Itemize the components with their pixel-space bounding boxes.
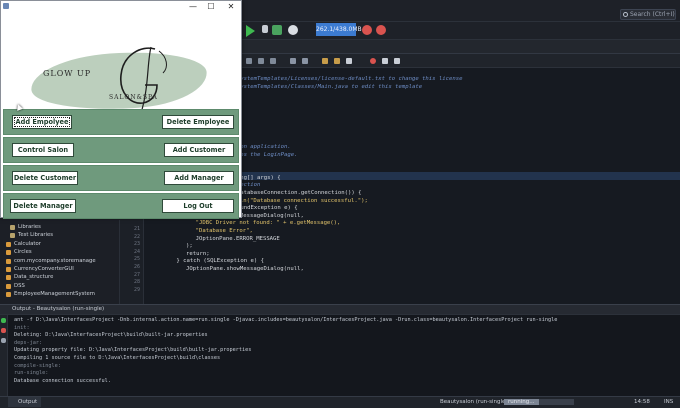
editor-tabs [240, 40, 680, 54]
log-out-button[interactable]: Log Out [162, 199, 234, 213]
delete-customer-button[interactable]: Delete Customer [12, 171, 78, 185]
code-line: JOptionPane.ERROR_MESSAGE [195, 235, 280, 242]
record-macro-icon[interactable] [346, 58, 352, 64]
maximize-button[interactable]: ☐ [203, 1, 219, 13]
ide-toolbar [240, 22, 680, 40]
code-line: return; [186, 250, 210, 257]
snapshot-icon[interactable] [376, 25, 386, 35]
output-line: deps-jar: [14, 339, 43, 346]
add-manager-button[interactable]: Add Manager [164, 171, 234, 185]
library-icon [10, 225, 15, 230]
code-line: } catch (SQLException e) { [176, 258, 264, 265]
logo-title: GLOW UP [43, 69, 92, 78]
bookmark-icon[interactable] [302, 58, 308, 64]
output-line: compile-single: [14, 362, 61, 369]
stop-macro-icon[interactable] [370, 58, 376, 64]
project-icon [6, 275, 11, 281]
button-row-3: Delete Customer Add Manager [3, 165, 239, 191]
ide-menu-bar [240, 0, 680, 22]
action-button-panel: Add Empolyee Delete Employee Control Sal… [3, 109, 239, 219]
find-icon[interactable] [290, 58, 296, 64]
desktop-screen: Search (Ctrl+I) 262.1/438.0MB /FileSyste… [0, 0, 680, 408]
delete-manager-button[interactable]: Delete Manager [10, 199, 76, 213]
running-task-name: Beautysalon (run-single) [440, 399, 508, 405]
uncomment-icon[interactable] [394, 58, 400, 64]
gc-icon[interactable] [362, 25, 372, 35]
comment-icon[interactable] [382, 58, 388, 64]
output-line: run-single: [14, 370, 49, 377]
profile-project-icon[interactable] [288, 25, 298, 35]
line-number: 29 [133, 286, 140, 293]
salon-logo: GLOW UP SALON&SPA [1, 13, 241, 116]
project-icon [6, 267, 11, 272]
line-number: 24 [133, 248, 140, 255]
back-icon[interactable] [246, 58, 252, 64]
line-number: 23 [133, 241, 140, 248]
code-line: "Database Error", [195, 228, 253, 234]
code-line: JOptionPane.showMessageDialog(null, [186, 266, 304, 272]
project-icon [6, 258, 11, 264]
memory-meter[interactable]: 262.1/438.0MB [316, 23, 362, 36]
tree-item-label: EmployeeManagementSystem [14, 291, 95, 298]
button-row-1: Add Empolyee Delete Employee [3, 109, 239, 135]
shift-right-icon[interactable] [334, 58, 340, 64]
control-salon-button[interactable]: Control Salon [12, 143, 74, 157]
run-project-icon[interactable] [246, 25, 255, 37]
ide-search-box[interactable]: Search (Ctrl+I) [620, 9, 676, 20]
add-customer-button[interactable]: Add Customer [164, 143, 234, 157]
logo-subtitle: SALON&SPA [109, 94, 158, 101]
run-dropdown-icon[interactable] [262, 25, 268, 33]
rerun-icon[interactable] [1, 318, 6, 323]
code-line: ); [186, 243, 193, 250]
debug-project-icon[interactable] [272, 25, 282, 35]
output-tab[interactable]: Output [8, 397, 42, 407]
forward-icon[interactable] [258, 58, 264, 64]
output-line: Updating property file: D:\Java\Interfac… [14, 347, 252, 354]
salon-main-window: — ☐ ✕ GLOW UP SALON&SPA Add Empolyee Del… [0, 0, 242, 219]
output-line: init: [14, 324, 30, 331]
output-line: Compiling 1 source file to D:\Java\Inter… [14, 355, 221, 361]
line-number: 21 [133, 226, 140, 232]
history-icon[interactable] [270, 58, 276, 64]
stop-icon[interactable] [1, 328, 6, 333]
delete-employee-button[interactable]: Delete Employee [162, 115, 234, 129]
output-line: Database connection successful. [14, 377, 111, 384]
code-line: "JDBC Driver not found: " + e.getMessage… [195, 220, 341, 227]
line-number: 25 [133, 256, 140, 263]
insert-mode: INS [664, 399, 674, 405]
output-panel-title[interactable]: Output - Beautysalon (run-single) [12, 305, 104, 314]
line-number: 27 [133, 271, 140, 278]
code-line: /FileSystemTemplates/Classes/Main.java t… [220, 83, 423, 90]
project-icon [6, 250, 11, 256]
settings-icon[interactable] [1, 338, 6, 343]
project-icon [6, 283, 11, 289]
project-icon [6, 241, 11, 247]
add-employee-button[interactable]: Add Empolyee [12, 115, 72, 129]
button-row-2: Control Salon Add Customer [3, 137, 239, 163]
shift-left-icon[interactable] [322, 58, 328, 64]
status-bar [0, 396, 680, 408]
output-line: ant -f D:\Java\InterfacesProject -Dnb.in… [14, 317, 558, 323]
ide-search-placeholder: Search (Ctrl+I) [630, 11, 675, 18]
button-row-4: Delete Manager Log Out [3, 193, 239, 219]
code-line: /FileSystemTemplates/Licenses/license-de… [220, 76, 463, 82]
search-icon [623, 12, 628, 17]
close-button[interactable]: ✕ [223, 1, 239, 13]
library-icon [10, 233, 15, 239]
cursor-position: 14:58 [634, 399, 650, 405]
monogram-g-icon [120, 46, 167, 114]
output-line: Deleting: D:\Java\InterfacesProject\buil… [14, 332, 208, 339]
minimize-button[interactable]: — [185, 1, 201, 13]
line-number: 22 [133, 233, 140, 240]
window-title-bar[interactable]: — ☐ ✕ [1, 1, 241, 13]
line-number: 28 [133, 279, 140, 286]
project-icon [6, 292, 11, 298]
line-number: 26 [133, 264, 140, 270]
task-status: running... [508, 399, 535, 405]
java-app-icon [3, 3, 9, 9]
